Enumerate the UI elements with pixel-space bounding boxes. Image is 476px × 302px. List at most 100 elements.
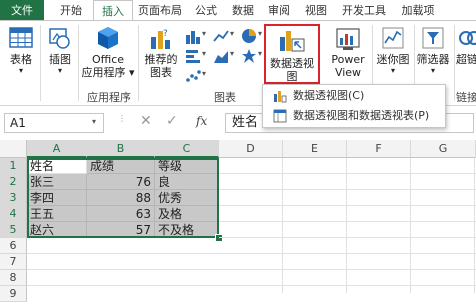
- row-header-1[interactable]: 1: [0, 158, 27, 174]
- cell-b4[interactable]: 63: [87, 206, 155, 222]
- office-apps-label-2: 应用程序 ▾: [81, 66, 135, 79]
- divider: [454, 25, 455, 101]
- row-header-2[interactable]: 2: [0, 174, 27, 190]
- office-store-icon: [98, 27, 118, 49]
- svg-text:?: ?: [163, 29, 168, 39]
- pivottable-small-icon: [273, 109, 287, 123]
- sparklines-icon: [382, 27, 404, 49]
- recommended-charts-label-1: 推荐的: [144, 53, 178, 66]
- sparklines-label: 迷你图: [376, 53, 410, 66]
- pivotchart-icon: [280, 31, 305, 52]
- office-apps-button[interactable]: Office 应用程序 ▾: [80, 25, 136, 79]
- tab-page-layout[interactable]: 页面布局: [134, 0, 186, 21]
- other-chart-icon[interactable]: [240, 47, 258, 65]
- cell-b2[interactable]: 76: [87, 174, 155, 190]
- table-icon: [9, 27, 33, 48]
- select-all-corner[interactable]: [0, 140, 27, 158]
- cell-a3[interactable]: 李四: [27, 190, 87, 206]
- row-header-5[interactable]: 5: [0, 222, 27, 238]
- row-header-6[interactable]: 6: [0, 238, 27, 254]
- tab-file[interactable]: 文件: [0, 0, 44, 21]
- divider: [40, 25, 41, 101]
- power-view-label-1: Power: [331, 53, 365, 66]
- column-header-d[interactable]: D: [219, 140, 283, 158]
- area-chart-icon[interactable]: [212, 47, 230, 65]
- column-header-c[interactable]: C: [155, 140, 219, 158]
- divider: [78, 25, 79, 101]
- menu-item-pivotchart-label: 数据透视图(C): [293, 89, 365, 102]
- group-label-links: 链接: [456, 91, 476, 104]
- bar-chart-icon[interactable]: [184, 47, 202, 65]
- empty-cells-area[interactable]: [219, 158, 476, 293]
- line-chart-icon[interactable]: [212, 27, 230, 45]
- tab-view[interactable]: 视图: [299, 0, 333, 21]
- filters-button[interactable]: 筛选器 ▾: [414, 25, 452, 75]
- cell-c4[interactable]: 及格: [155, 206, 219, 222]
- divider: [138, 25, 139, 101]
- group-label-apps: 应用程序: [87, 91, 131, 104]
- cell-c3[interactable]: 优秀: [155, 190, 219, 206]
- cell-c1[interactable]: 等级: [155, 158, 219, 174]
- more-options-icon: ⋮: [118, 114, 126, 123]
- menu-item-pivotchart-and-table[interactable]: 数据透视图和数据透视表(P): [263, 106, 445, 126]
- cell-b5[interactable]: 57: [87, 222, 155, 238]
- cell-a2[interactable]: 张三: [27, 174, 87, 190]
- pivotchart-button[interactable]: 数据透视图 ▾: [266, 27, 318, 92]
- tab-insert[interactable]: 插入: [93, 0, 133, 21]
- row-header-8[interactable]: 8: [0, 270, 27, 286]
- column-header-e[interactable]: E: [283, 140, 347, 158]
- cell-b3[interactable]: 88: [87, 190, 155, 206]
- tab-addins[interactable]: 加载项: [394, 0, 442, 21]
- ribbon-tab-bar: 文件 开始 插入 页面布局 公式 数据 审阅 视图 开发工具 加载项: [0, 0, 476, 21]
- name-box[interactable]: A1: [4, 113, 104, 133]
- power-view-label-2: View: [334, 66, 362, 79]
- column-header-a[interactable]: A: [27, 140, 87, 158]
- column-header-f[interactable]: F: [347, 140, 411, 158]
- filter-icon: [422, 27, 444, 49]
- illustrations-button[interactable]: 插图 ▾: [44, 25, 76, 75]
- cell-a5[interactable]: 赵六: [27, 222, 87, 238]
- cell-a1[interactable]: 姓名: [27, 158, 87, 174]
- cell-c2[interactable]: 良: [155, 174, 219, 190]
- power-view-icon: [336, 28, 360, 50]
- pivotchart-label: 数据透视图: [270, 57, 314, 83]
- empty-cells-area[interactable]: [27, 238, 219, 293]
- tab-data[interactable]: 数据: [227, 0, 259, 21]
- power-view-button[interactable]: Power View: [326, 25, 370, 79]
- column-chart-icon[interactable]: [184, 27, 202, 45]
- hyperlink-icon: [459, 31, 476, 45]
- row-header-9[interactable]: 9: [0, 286, 27, 302]
- tab-review[interactable]: 审阅: [263, 0, 295, 21]
- row-header-7[interactable]: 7: [0, 254, 27, 270]
- cell-c5[interactable]: 不及格: [155, 222, 219, 238]
- row-header-4[interactable]: 4: [0, 206, 27, 222]
- cell-b1[interactable]: 成绩: [87, 158, 155, 174]
- illustrations-label: 插图: [49, 53, 71, 66]
- column-header-g[interactable]: G: [411, 140, 476, 158]
- group-label-charts: 图表: [214, 91, 236, 104]
- tab-home[interactable]: 开始: [52, 0, 90, 21]
- row-header-3[interactable]: 3: [0, 190, 27, 206]
- fx-icon[interactable]: fx: [196, 114, 207, 128]
- chevron-down-icon[interactable]: ▾: [92, 117, 96, 126]
- cell-a4[interactable]: 王五: [27, 206, 87, 222]
- confirm-icon[interactable]: ✓: [166, 113, 178, 129]
- table-label: 表格: [10, 53, 32, 66]
- pie-chart-icon[interactable]: [240, 27, 258, 45]
- worksheet-grid: A B C D E F G 1 2 3 4 5 6 7 8 9 姓名 成绩 等级…: [0, 140, 476, 302]
- tab-formulas[interactable]: 公式: [190, 0, 222, 21]
- hyperlink-button[interactable]: 超链: [456, 25, 476, 66]
- filters-label: 筛选器: [416, 53, 450, 66]
- recommended-charts-button[interactable]: ? 推荐的 图表: [140, 25, 182, 79]
- pivotchart-dropdown-menu: 数据透视图(C) 数据透视图和数据透视表(P): [262, 84, 446, 128]
- tab-developer[interactable]: 开发工具: [338, 0, 390, 21]
- scatter-chart-icon[interactable]: [184, 67, 202, 85]
- column-header-b[interactable]: B: [87, 140, 155, 158]
- chart-types-gallery: ▾ ▾ ▾ ▾ ▾ ▾ ▾: [184, 27, 264, 87]
- hyperlink-label: 超链: [456, 53, 476, 66]
- menu-item-pivotchart[interactable]: 数据透视图(C): [263, 86, 445, 106]
- sparklines-button[interactable]: 迷你图 ▾: [374, 25, 412, 75]
- table-button[interactable]: 表格 ▾: [4, 25, 38, 75]
- cancel-icon[interactable]: ✕: [140, 113, 152, 129]
- pivotchart-small-icon: [274, 91, 287, 103]
